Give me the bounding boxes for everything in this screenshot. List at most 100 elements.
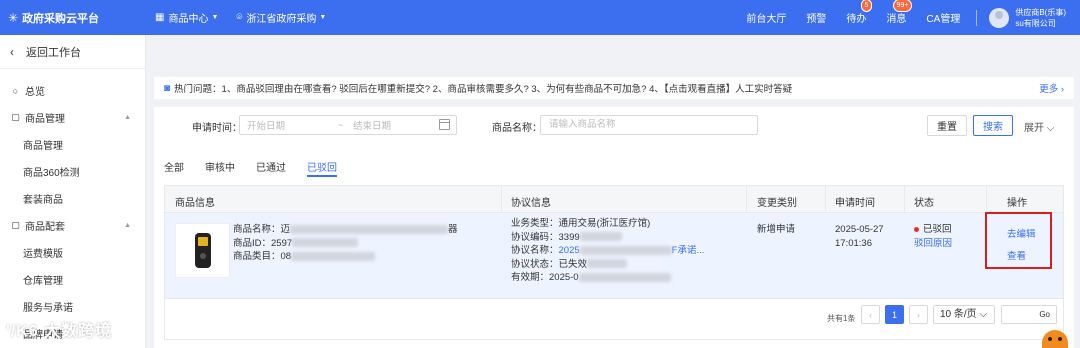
sidebar-item-shipping-template[interactable]: 运费模版 [0, 239, 145, 266]
tab-rejected[interactable]: 已驳回 [307, 159, 337, 179]
product-thumbnail [175, 223, 230, 278]
todo-link[interactable]: 待办 5 [846, 0, 873, 25]
prev-page-button[interactable]: ‹ [861, 305, 880, 324]
next-page-button[interactable]: › [909, 305, 928, 324]
message-link[interactable]: 消息 99+ [886, 0, 913, 25]
avatar [989, 7, 1010, 28]
tab-all[interactable]: 全部 [164, 159, 184, 179]
location-icon: ⌾ [236, 12, 243, 23]
user-info: 供应商B(乐事) su有限公司 [1015, 7, 1066, 29]
circle-icon: ○ [12, 85, 19, 96]
nav-product-center[interactable]: ▦ 商品中心 ▼ [155, 10, 218, 25]
th-apply-time: 申请时间 [835, 198, 875, 209]
brand-title: 政府采购云平台 [22, 12, 100, 25]
sidebar-item-product-360[interactable]: 商品360检测 [0, 158, 145, 185]
range-separator: ~ [338, 119, 344, 131]
product-name-label: 商品名称： [492, 123, 542, 134]
status-text: 已驳回 [923, 224, 952, 235]
redacted-text [578, 272, 671, 282]
notice-text[interactable]: 热门问题：1、商品驳回理由在哪查看? 驳回后在哪重新提交? 2、商品审核需要多久… [174, 81, 792, 95]
calendar-icon [439, 119, 450, 130]
product-info-cell: 商品名称：迈 器 商品ID：2597 商品类目：08 [233, 223, 458, 264]
product-category-line: 商品类目：08 [233, 250, 458, 264]
watermark: '/K6 大数跨境 [6, 323, 113, 340]
page-1-button[interactable]: 1 [885, 305, 904, 324]
ca-link[interactable]: CA管理 [926, 10, 960, 25]
agreement-code-line: 协议编码：3399 [511, 231, 704, 245]
change-type-cell: 新增申请 [757, 224, 796, 235]
product-name-value: 迈 [280, 224, 291, 235]
todo-label: 待办 [846, 14, 867, 25]
jump-page-input[interactable]: Go [1001, 305, 1057, 324]
tab-approved[interactable]: 已通过 [256, 159, 286, 179]
pagination: 共有1条 ‹ 1 › 10 条/页 ⌵ Go [165, 298, 1063, 339]
apply-date: 2025-05-27 [835, 224, 884, 235]
view-link[interactable]: 查看 [1007, 246, 1036, 268]
reset-button[interactable]: 重置 [927, 115, 967, 136]
alert-link[interactable]: 预警 [806, 10, 826, 25]
user-company: su有限公司 [1015, 18, 1056, 28]
nav-region[interactable]: ⌾ 浙江省政府采购 ▼ [236, 10, 326, 25]
back-to-workbench[interactable]: ‹ 返回工作台 [0, 35, 145, 69]
user-menu[interactable]: 供应商B(乐事) su有限公司 [989, 7, 1066, 29]
expand-toggle[interactable]: 展开 ⌵ [1024, 119, 1054, 134]
sidebar-menu: ○ 总览 ▢ 商品管理 ▲ 商品管理 商品360检测 套装商品 ▢ 商品配套 ▲… [0, 69, 145, 347]
th-status: 状态 [914, 198, 934, 209]
product-name-line: 商品名称：迈 器 [233, 223, 458, 237]
front-hall-link[interactable]: 前台大厅 [746, 10, 786, 25]
agreement-validity: 有效期：2025-0 [511, 272, 579, 283]
snowflake-icon: ✳ [8, 10, 19, 25]
sidebar-group-product-config[interactable]: ▢ 商品配套 ▲ [0, 212, 145, 239]
sidebar-item-label: 总览 [25, 87, 45, 98]
brand[interactable]: ✳ 政府采购云平台 [0, 10, 145, 26]
agreement-name-line: 协议名称：2025 F承诺... [511, 244, 704, 258]
sidebar-item-bundle[interactable]: 套装商品 [0, 185, 145, 212]
product-name-input[interactable]: 请输入商品名称 [540, 115, 758, 135]
redacted-text [579, 245, 672, 255]
chevron-up-icon: ▲ [124, 114, 131, 121]
redacted-text [290, 224, 449, 234]
chat-icon: ◙ [164, 82, 171, 94]
product-category-value: 08 [280, 251, 292, 262]
sidebar-item-overview[interactable]: ○ 总览 [0, 77, 145, 104]
sidebar-item-label: 服务与承诺 [23, 303, 73, 314]
table-row[interactable]: 商品名称：迈 器 商品ID：2597 商品类目：08 业务类型：通用交易(浙江医疗… [165, 212, 1063, 298]
status-dot [914, 226, 919, 232]
sidebar-group-product-management[interactable]: ▢ 商品管理 ▲ [0, 104, 145, 131]
end-date-placeholder: 结束日期 [353, 121, 392, 132]
user-name: 供应商B(乐事) [1015, 7, 1066, 17]
sidebar-item-product-management[interactable]: 商品管理 [0, 131, 145, 158]
tab-reviewing[interactable]: 审核中 [205, 159, 235, 179]
start-date-placeholder: 开始日期 [247, 121, 286, 132]
sidebar-item-label: 运费模版 [23, 249, 63, 260]
status-tabs: 全部 审核中 已通过 已驳回 [164, 159, 358, 179]
edit-link[interactable]: 去编辑 [1007, 224, 1036, 246]
reject-reason-link[interactable]: 驳回原因 [914, 237, 952, 251]
date-range-picker[interactable]: 开始日期 ~ 结束日期 [239, 115, 457, 135]
search-button[interactable]: 搜索 [973, 115, 1013, 136]
chevron-up-icon: ▲ [124, 222, 131, 229]
apply-time: 17:01:36 [835, 237, 872, 249]
sidebar-item-service[interactable]: 服务与承诺 [0, 293, 145, 320]
agreement-name-label: 协议名称： [511, 245, 559, 256]
more-link[interactable]: 更多 › [1039, 81, 1064, 95]
th-agreement-info: 协议信息 [511, 198, 551, 209]
caret-down-icon: ▼ [211, 14, 219, 21]
todo-badge: 5 [860, 0, 873, 12]
product-image [195, 233, 211, 268]
th-product-info: 商品信息 [175, 198, 215, 209]
divider [976, 9, 978, 26]
agreement-info-cell: 业务类型：通用交易(浙江医疗馆) 协议编码：3399 协议名称：2025 F承诺.… [511, 217, 704, 285]
sidebar-item-label: 商品管理 [23, 141, 63, 152]
agreement-code: 协议编码：3399 [511, 231, 580, 243]
sidebar-item-warehouse[interactable]: 仓库管理 [0, 266, 145, 293]
agreement-name-tail[interactable]: F承诺... [672, 245, 705, 256]
box-icon: ▢ [11, 112, 20, 122]
back-label: 返回工作台 [26, 46, 81, 59]
page-size-select[interactable]: 10 条/页 ⌵ [933, 305, 995, 324]
redacted-text [587, 259, 628, 269]
agreement-name-link[interactable]: 2025 [559, 245, 580, 256]
go-label[interactable]: Go [1039, 310, 1050, 319]
top-right-area: 前台大厅 预警 待办 5 消息 99+ CA管理 供应商B(乐事) su有限公司 [736, 0, 1080, 35]
product-name-tail: 器 [448, 224, 458, 235]
